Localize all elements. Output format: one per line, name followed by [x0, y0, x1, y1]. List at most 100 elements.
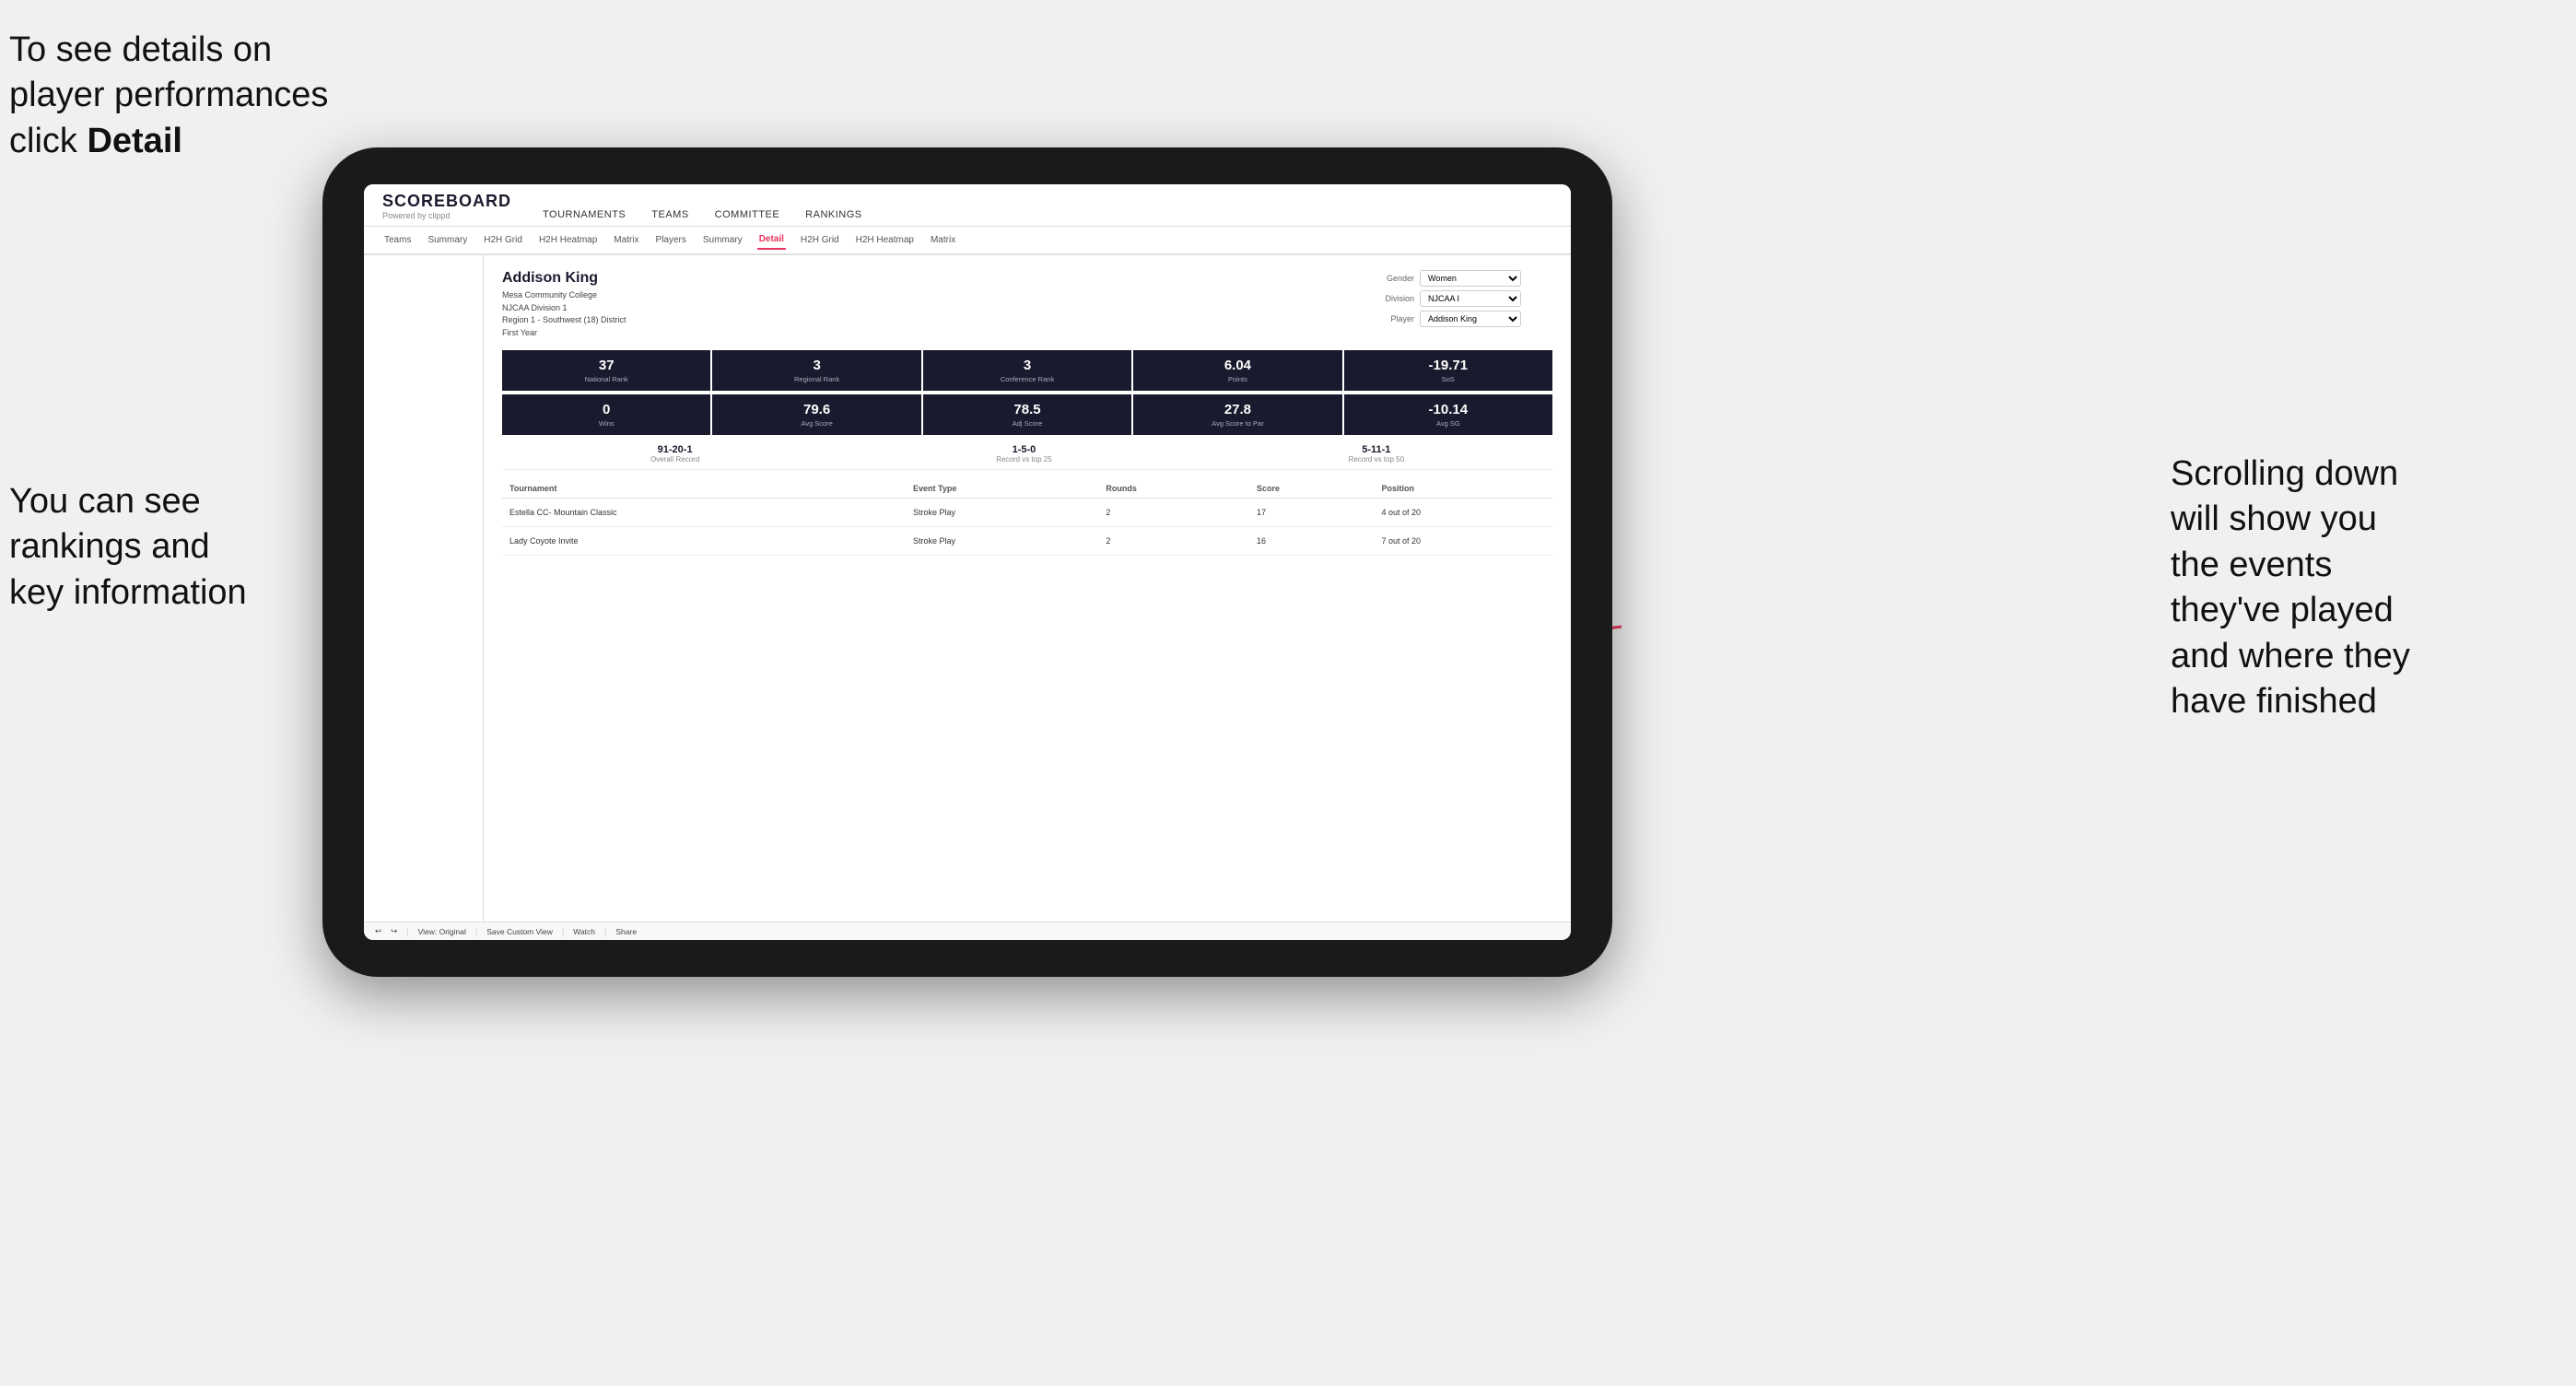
nav-tournaments[interactable]: TOURNAMENTS	[539, 204, 629, 226]
content-area: Addison King Mesa Community College NJCA…	[364, 255, 1571, 922]
annotation-text-3d: they've played	[2171, 591, 2394, 629]
stat-adj-score: 78.5 Adj Score	[923, 394, 1131, 435]
stat-value-points: 6.04	[1139, 358, 1336, 373]
record-top50-value: 5-11-1	[1349, 444, 1404, 455]
stat-label-wins: Wins	[508, 419, 705, 428]
event-type-2: Stroke Play	[906, 527, 1098, 556]
position-2: 7 out of 20	[1375, 527, 1553, 556]
stat-national-rank: 37 National Rank	[502, 350, 710, 391]
player-selectors: Gender Women Division NJCAA I	[1368, 270, 1552, 339]
annotation-text-3b: will show you	[2171, 499, 2377, 538]
stat-avg-sg: -10.14 Avg SG	[1344, 394, 1552, 435]
player-region: Region 1 - Southwest (18) District	[502, 314, 626, 327]
stats-grid-row1: 37 National Rank 3 Regional Rank 3 Confe…	[502, 350, 1552, 391]
division-select[interactable]: NJCAA I	[1420, 290, 1521, 307]
record-overall: 91-20-1 Overall Record	[650, 444, 699, 464]
sidebar	[364, 255, 484, 922]
redo-btn[interactable]: ↪	[391, 926, 397, 936]
sub-nav-summary[interactable]: Summary	[426, 231, 469, 249]
stat-label-avg-score: Avg Score	[718, 419, 915, 428]
records-row: 91-20-1 Overall Record 1-5-0 Record vs t…	[502, 439, 1552, 470]
tablet-screen: SCOREBOARD Powered by clippd TOURNAMENTS…	[364, 184, 1571, 940]
annotation-text-3c: the events	[2171, 546, 2332, 584]
player-header: Addison King Mesa Community College NJCA…	[502, 270, 1552, 339]
sub-nav-h2h-heatmap[interactable]: H2H Heatmap	[537, 231, 599, 249]
tournament-table: Tournament Event Type Rounds Score Posit…	[502, 479, 1552, 556]
logo-area: SCOREBOARD Powered by clippd	[382, 192, 511, 226]
gender-select[interactable]: Women	[1420, 270, 1521, 287]
stat-label-national: National Rank	[508, 375, 705, 383]
annotation-top-left: To see details on player performances cl…	[9, 28, 341, 164]
table-row: Lady Coyote Invite Stroke Play 2 16 7 ou…	[502, 527, 1552, 556]
stat-label-conference: Conference Rank	[929, 375, 1126, 383]
record-top25: 1-5-0 Record vs top 25	[996, 444, 1051, 464]
view-original-btn[interactable]: View: Original	[418, 927, 466, 936]
col-position: Position	[1375, 479, 1553, 499]
stat-value-adj-score: 78.5	[929, 402, 1126, 417]
stat-value-avg-sg: -10.14	[1350, 402, 1547, 417]
stat-label-points: Points	[1139, 375, 1336, 383]
annotation-text-3f: have finished	[2171, 682, 2377, 721]
nav-teams[interactable]: TEAMS	[648, 204, 692, 226]
save-custom-view-btn[interactable]: Save Custom View	[486, 927, 553, 936]
sub-nav-teams[interactable]: Teams	[382, 231, 413, 249]
sub-nav-matrix[interactable]: Matrix	[612, 231, 640, 249]
rounds-1: 2	[1098, 499, 1249, 527]
annotation-bottom-left: You can see rankings and key information	[9, 479, 359, 616]
stat-regional-rank: 3 Regional Rank	[712, 350, 920, 391]
sub-nav-summary2[interactable]: Summary	[701, 231, 744, 249]
sub-nav-matrix2[interactable]: Matrix	[929, 231, 957, 249]
sub-nav-h2h-grid2[interactable]: H2H Grid	[799, 231, 841, 249]
record-top25-value: 1-5-0	[996, 444, 1051, 455]
annotation-text-2a: You can see	[9, 482, 201, 521]
sub-nav-detail[interactable]: Detail	[757, 230, 786, 250]
main-nav: TOURNAMENTS TEAMS COMMITTEE RANKINGS	[539, 204, 866, 226]
player-info: Addison King Mesa Community College NJCA…	[502, 270, 626, 339]
player-select[interactable]: Addison King	[1420, 311, 1521, 327]
player-division: NJCAA Division 1	[502, 302, 626, 315]
stat-value-avg-score: 79.6	[718, 402, 915, 417]
undo-btn[interactable]: ↩	[375, 926, 381, 936]
annotation-text-2b: rankings and	[9, 527, 210, 566]
division-label: Division	[1368, 294, 1414, 303]
annotation-right: Scrolling down will show you the events …	[2171, 452, 2558, 724]
sub-navigation: Teams Summary H2H Grid H2H Heatmap Matri…	[364, 227, 1571, 255]
sub-nav-h2h-grid[interactable]: H2H Grid	[482, 231, 524, 249]
stat-value-conference: 3	[929, 358, 1126, 373]
stat-value-regional: 3	[718, 358, 915, 373]
main-content: Addison King Mesa Community College NJCA…	[484, 255, 1571, 922]
stat-label-avg-score-par: Avg Score to Par	[1139, 419, 1336, 428]
tablet-device: SCOREBOARD Powered by clippd TOURNAMENTS…	[322, 147, 1612, 977]
division-selector-row: Division NJCAA I	[1368, 290, 1552, 307]
stats-grid-row2: 0 Wins 79.6 Avg Score 78.5 Adj Score 27.…	[502, 394, 1552, 435]
nav-rankings[interactable]: RANKINGS	[802, 204, 865, 226]
position-1: 4 out of 20	[1375, 499, 1553, 527]
stat-value-national: 37	[508, 358, 705, 373]
stat-label-sos: SoS	[1350, 375, 1547, 383]
event-type-1: Stroke Play	[906, 499, 1098, 527]
stat-label-avg-sg: Avg SG	[1350, 419, 1547, 428]
player-school: Mesa Community College	[502, 289, 626, 302]
sub-nav-players[interactable]: Players	[654, 231, 688, 249]
stat-value-sos: -19.71	[1350, 358, 1547, 373]
score-2: 16	[1249, 527, 1375, 556]
logo-scoreboard: SCOREBOARD	[382, 192, 511, 211]
player-year: First Year	[502, 327, 626, 340]
top-navigation: SCOREBOARD Powered by clippd TOURNAMENTS…	[364, 184, 1571, 227]
share-btn[interactable]: Share	[615, 927, 637, 936]
col-score: Score	[1249, 479, 1375, 499]
table-row: Estella CC- Mountain Classic Stroke Play…	[502, 499, 1552, 527]
nav-committee[interactable]: COMMITTEE	[711, 204, 784, 226]
sub-nav-h2h-heatmap2[interactable]: H2H Heatmap	[854, 231, 916, 249]
watch-btn[interactable]: Watch	[573, 927, 595, 936]
player-label: Player	[1368, 314, 1414, 323]
stat-avg-score: 79.6 Avg Score	[712, 394, 920, 435]
logo-powered: Powered by clippd	[382, 211, 511, 220]
record-overall-label: Overall Record	[650, 455, 699, 464]
tournament-name-2: Lady Coyote Invite	[502, 527, 906, 556]
stat-label-adj-score: Adj Score	[929, 419, 1126, 428]
col-event-type: Event Type	[906, 479, 1098, 499]
stat-value-avg-score-par: 27.8	[1139, 402, 1336, 417]
stat-conference-rank: 3 Conference Rank	[923, 350, 1131, 391]
stat-label-regional: Regional Rank	[718, 375, 915, 383]
